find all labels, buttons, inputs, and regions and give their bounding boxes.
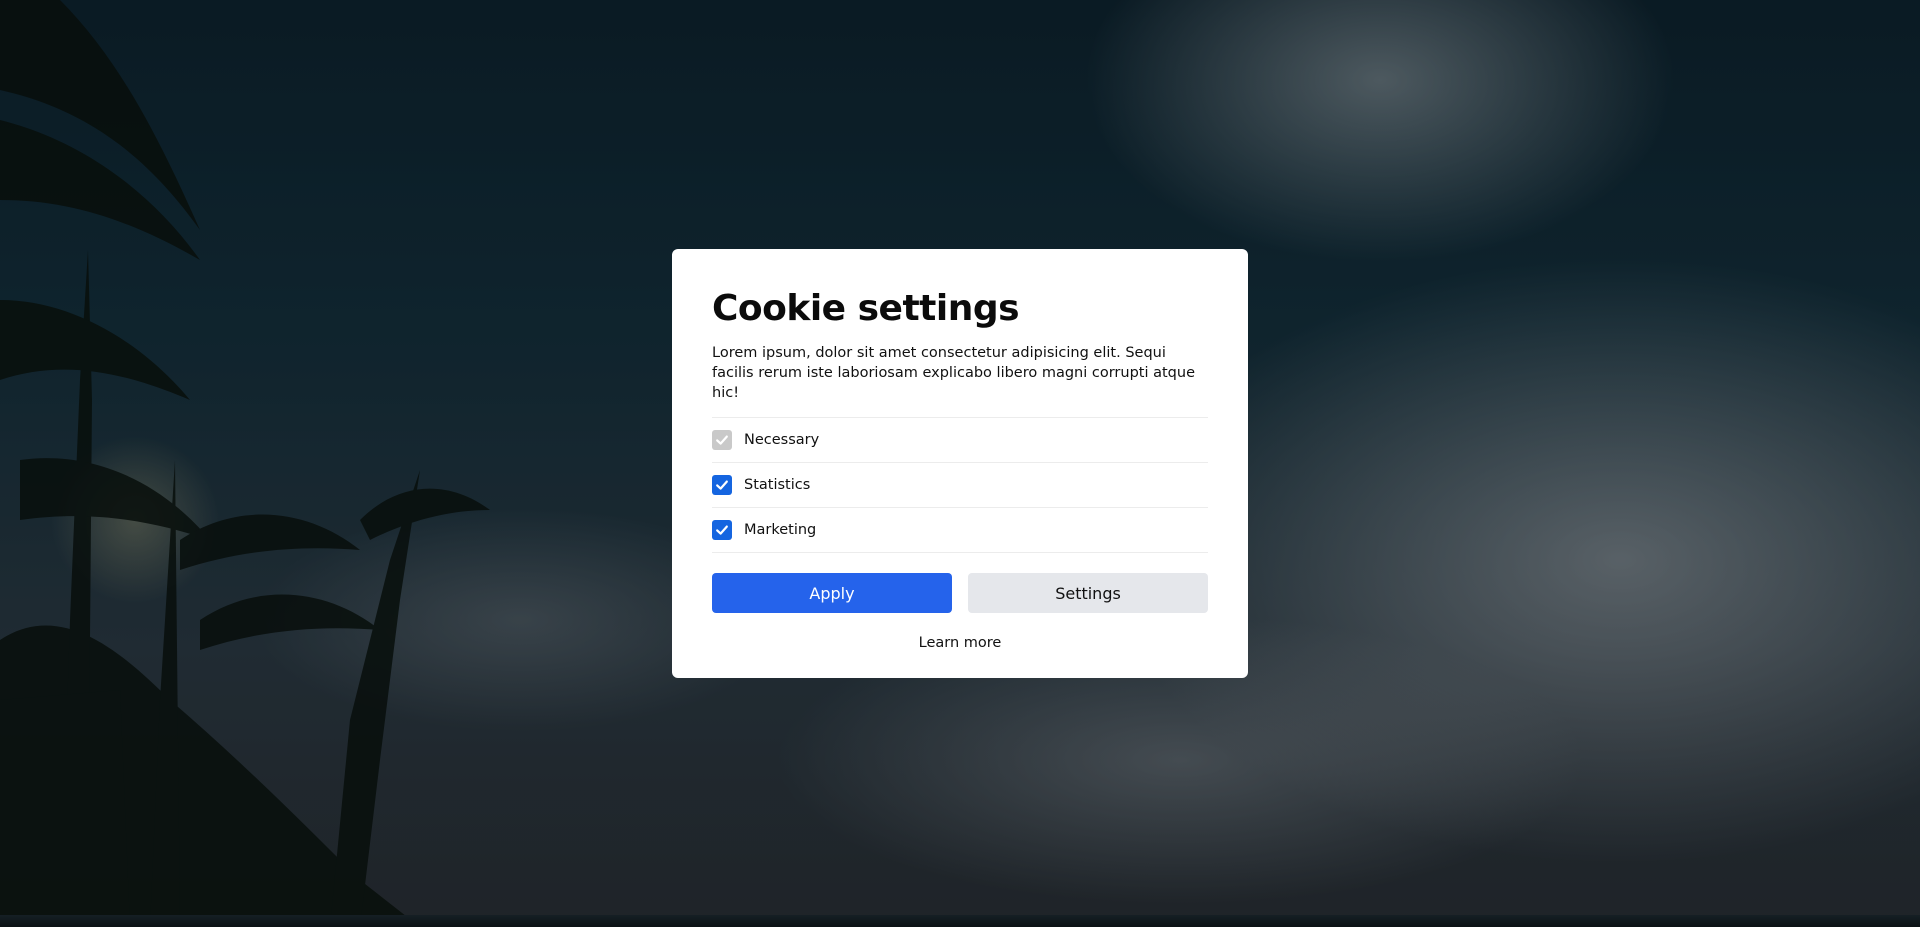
marketing-checkbox[interactable] [712, 520, 732, 540]
settings-button[interactable]: Settings [968, 573, 1208, 613]
learn-more-link[interactable]: Learn more [712, 635, 1208, 651]
dialog-title: Cookie settings [712, 288, 1020, 329]
option-statistics[interactable]: Statistics [712, 463, 1208, 508]
check-icon [716, 480, 728, 490]
dialog-description: Lorem ipsum, dolor sit amet consectetur … [712, 345, 1195, 401]
option-marketing[interactable]: Marketing [712, 508, 1208, 553]
necessary-checkbox [712, 430, 732, 450]
statistics-checkbox[interactable] [712, 475, 732, 495]
check-icon [716, 525, 728, 535]
option-label-marketing[interactable]: Marketing [744, 522, 816, 538]
check-icon [716, 435, 728, 445]
dialog-actions: Apply Settings [712, 573, 1208, 613]
cookie-options-list: Necessary Statistics Marketing [712, 417, 1208, 553]
apply-button[interactable]: Apply [712, 573, 952, 613]
option-label-statistics[interactable]: Statistics [744, 477, 810, 493]
option-label-necessary: Necessary [744, 432, 820, 448]
option-necessary: Necessary [712, 418, 1208, 463]
cookie-settings-dialog: Cookie settings Lorem ipsum, dolor sit a… [672, 249, 1248, 678]
